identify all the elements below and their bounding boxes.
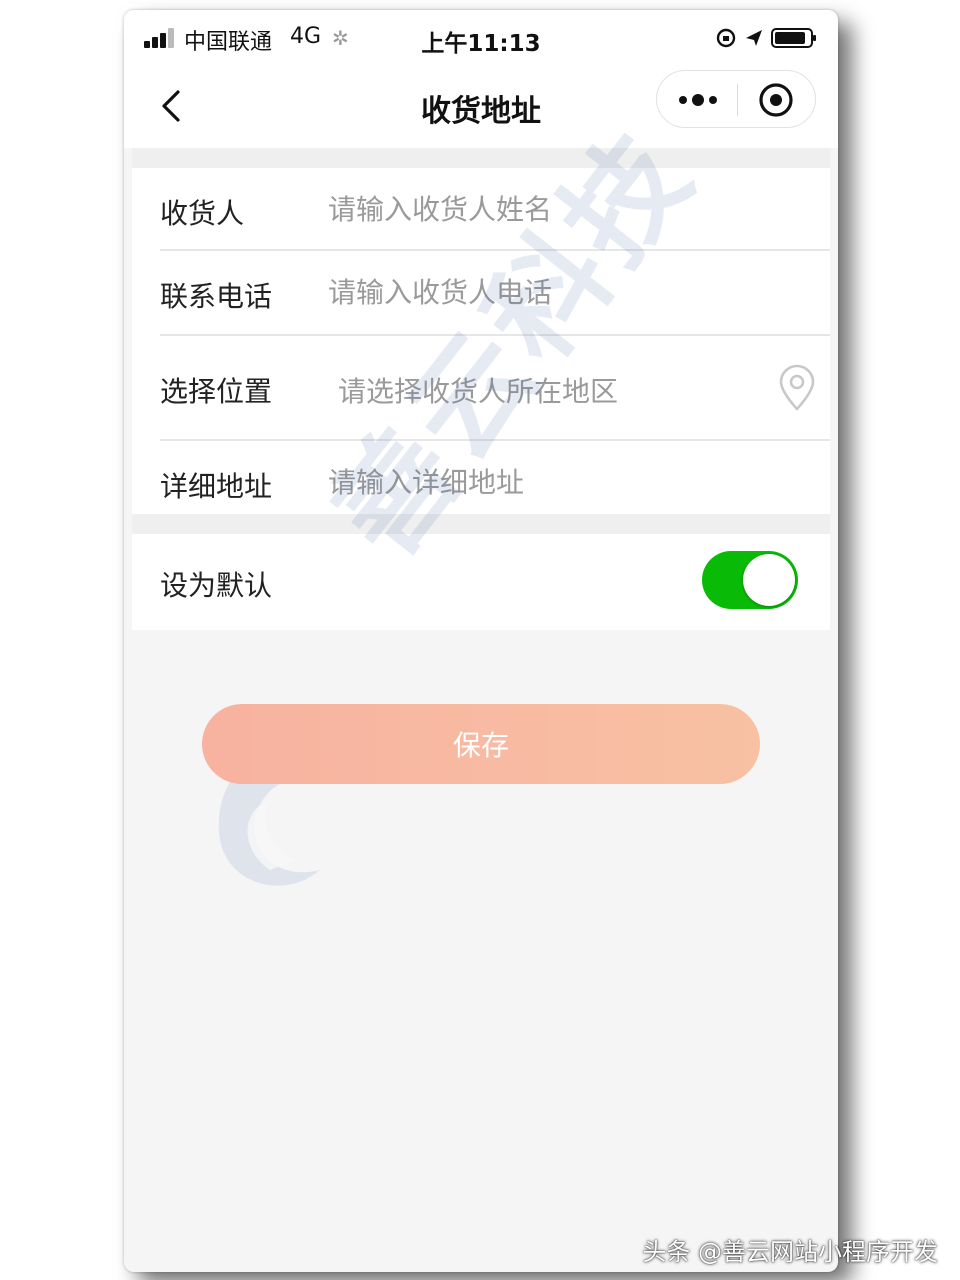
location-picker[interactable]: 请选择收货人所在地区	[338, 370, 618, 410]
recipient-input[interactable]	[328, 189, 758, 229]
default-address-row: 设为默认	[132, 534, 830, 630]
recipient-row: 收货人	[132, 168, 830, 251]
detail-address-label: 详细地址	[160, 470, 273, 503]
capsule-divider	[737, 84, 738, 116]
target-icon[interactable]	[757, 81, 795, 119]
recipient-label: 收货人	[160, 197, 245, 230]
screenshot-page: 中国联通 4G ✲ 上午11:13 收货地址 收货人 请输入收货人姓名 联系电话…	[0, 0, 960, 1280]
default-address-label: 设为默认	[160, 569, 273, 602]
phone-screen: 中国联通 4G ✲ 上午11:13 收货地址 收货人 请输入收货人姓名 联系电话…	[124, 10, 838, 1272]
location-label: 选择位置	[160, 375, 273, 408]
detail-address-input[interactable]	[328, 462, 758, 502]
footer-credit: 头条 @善云网站小程序开发	[642, 1238, 938, 1266]
phone-input[interactable]	[328, 272, 758, 312]
status-icons	[716, 28, 816, 48]
status-bar: 中国联通 4G ✲ 上午11:13	[124, 10, 838, 66]
phone-row: 联系电话	[132, 251, 830, 336]
mini-program-capsule	[656, 70, 816, 128]
toggle-knob	[743, 554, 795, 606]
location-arrow-icon	[746, 30, 762, 46]
default-address-toggle[interactable]	[702, 551, 798, 609]
more-dots-icon[interactable]	[675, 85, 721, 115]
detail-address-row: 详细地址	[132, 441, 830, 514]
section-gap	[132, 148, 830, 168]
rotation-lock-icon	[716, 28, 736, 48]
location-row[interactable]: 选择位置 请选择收货人所在地区	[132, 336, 830, 441]
phone-label: 联系电话	[160, 280, 273, 313]
navigation-bar: 收货地址	[124, 66, 838, 148]
location-pin-icon[interactable]	[776, 364, 818, 412]
save-button[interactable]: 保存	[202, 704, 760, 784]
address-form: 收货人 联系电话 选择位置 请选择收货人所在地区 详细地址	[132, 168, 830, 514]
section-gap	[132, 514, 830, 534]
battery-icon	[771, 28, 816, 48]
